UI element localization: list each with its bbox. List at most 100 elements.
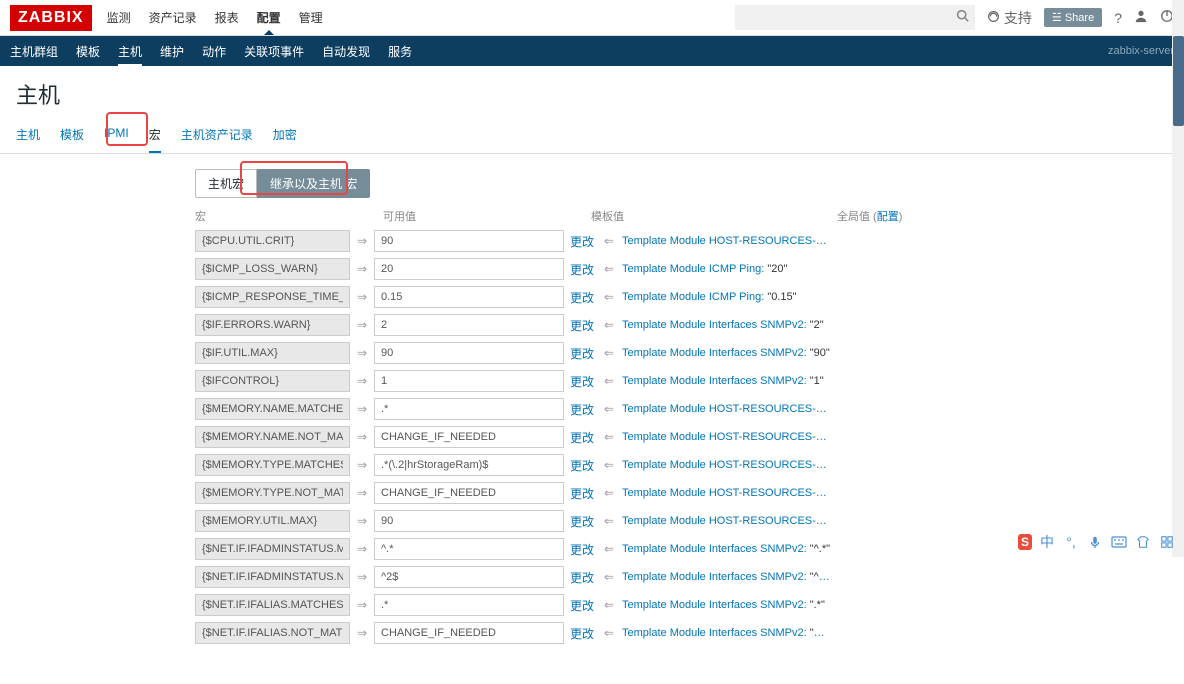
change-link[interactable]: 更改 — [570, 597, 598, 614]
ime-tool-icon[interactable] — [1158, 533, 1176, 551]
ime-keyboard-icon[interactable] — [1110, 533, 1128, 551]
template-link[interactable]: Template Module Interfaces SNMPv2: "CHA.… — [622, 627, 832, 639]
macro-name-input[interactable] — [195, 566, 350, 588]
subnav-item-6[interactable]: 自动发现 — [322, 36, 370, 67]
macro-value-input[interactable] — [374, 342, 564, 364]
ime-skin-icon[interactable] — [1134, 533, 1152, 551]
change-link[interactable]: 更改 — [570, 345, 598, 362]
subnav-item-1[interactable]: 模板 — [76, 36, 100, 67]
subnav-item-3[interactable]: 维护 — [160, 36, 184, 67]
scrollbar-thumb[interactable] — [1173, 36, 1184, 126]
template-link[interactable]: Template Module HOST-RESOURCES-MIB ... — [622, 403, 832, 415]
change-link[interactable]: 更改 — [570, 401, 598, 418]
topnav-item-2[interactable]: 报表 — [215, 1, 239, 34]
macro-value-input[interactable] — [374, 594, 564, 616]
macro-name-input[interactable] — [195, 482, 350, 504]
macro-name-input[interactable] — [195, 426, 350, 448]
template-link[interactable]: Template Module Interfaces SNMPv2: "1" — [622, 375, 824, 387]
template-link[interactable]: Template Module HOST-RESOURCES-MIB ... — [622, 431, 832, 443]
subnav-item-4[interactable]: 动作 — [202, 36, 226, 67]
macro-name-input[interactable] — [195, 398, 350, 420]
template-link[interactable]: Template Module Interfaces SNMPv2: "^.*" — [622, 543, 830, 555]
template-link[interactable]: Template Module Interfaces SNMPv2: ".*" — [622, 599, 825, 611]
tab-0[interactable]: 主机 — [16, 118, 40, 153]
macro-name-input[interactable] — [195, 342, 350, 364]
tab-2[interactable]: IPMI — [104, 118, 129, 153]
macro-value-input[interactable] — [374, 230, 564, 252]
template-link[interactable]: Template Module ICMP Ping: "20" — [622, 263, 787, 275]
ime-mic-icon[interactable] — [1086, 533, 1104, 551]
macro-value-input[interactable] — [374, 314, 564, 336]
tab-3[interactable]: 宏 — [149, 118, 161, 153]
change-link[interactable]: 更改 — [570, 485, 598, 502]
search-input[interactable] — [735, 5, 975, 30]
help-icon[interactable]: ? — [1114, 10, 1122, 26]
macro-value-input[interactable] — [374, 482, 564, 504]
macro-value-input[interactable] — [374, 258, 564, 280]
macro-value-input[interactable] — [374, 370, 564, 392]
change-link[interactable]: 更改 — [570, 513, 598, 530]
scrollbar-track[interactable] — [1172, 0, 1184, 557]
macro-value-input[interactable] — [374, 622, 564, 644]
template-link[interactable]: Template Module HOST-RESOURCES-MIB ... — [622, 487, 832, 499]
arrow-icon: ⇒ — [356, 542, 368, 556]
macro-name-input[interactable] — [195, 286, 350, 308]
macro-value-input[interactable] — [374, 286, 564, 308]
template-link[interactable]: Template Module ICMP Ping: "0.15" — [622, 291, 797, 303]
arrow-left-icon: ⇐ — [604, 570, 616, 584]
support-link[interactable]: 支持 — [987, 8, 1032, 28]
template-link[interactable]: Template Module HOST-RESOURCES-MIB ... — [622, 235, 832, 247]
template-link[interactable]: Template Module Interfaces SNMPv2: "90" — [622, 347, 830, 359]
macro-value-input[interactable] — [374, 510, 564, 532]
tab-1[interactable]: 模板 — [60, 118, 84, 153]
topnav-item-4[interactable]: 管理 — [299, 1, 323, 34]
change-link[interactable]: 更改 — [570, 289, 598, 306]
macro-name-input[interactable] — [195, 314, 350, 336]
toggle-host-macros[interactable]: 主机宏 — [195, 169, 257, 198]
change-link[interactable]: 更改 — [570, 541, 598, 558]
tab-5[interactable]: 加密 — [273, 118, 297, 153]
macro-value-input[interactable] — [374, 398, 564, 420]
macro-value-input[interactable] — [374, 566, 564, 588]
topnav-item-0[interactable]: 监测 — [107, 1, 131, 34]
tab-4[interactable]: 主机资产记录 — [181, 118, 253, 153]
macro-value-input[interactable] — [374, 454, 564, 476]
subnav-item-2[interactable]: 主机 — [118, 36, 142, 67]
change-link[interactable]: 更改 — [570, 569, 598, 586]
change-link[interactable]: 更改 — [570, 457, 598, 474]
share-button[interactable]: ☱ Share — [1044, 8, 1102, 27]
macro-header: 宏 可用值 模板值 全局值 (配置) — [195, 208, 1168, 224]
macro-name-input[interactable] — [195, 622, 350, 644]
change-link[interactable]: 更改 — [570, 261, 598, 278]
macro-name-input[interactable] — [195, 258, 350, 280]
ime-badge[interactable]: S — [1018, 534, 1032, 550]
change-link[interactable]: 更改 — [570, 429, 598, 446]
arrow-left-icon: ⇐ — [604, 486, 616, 500]
change-link[interactable]: 更改 — [570, 373, 598, 390]
change-link[interactable]: 更改 — [570, 625, 598, 642]
macro-name-input[interactable] — [195, 370, 350, 392]
macro-name-input[interactable] — [195, 510, 350, 532]
template-link[interactable]: Template Module Interfaces SNMPv2: "^2$" — [622, 571, 832, 583]
subnav-item-7[interactable]: 服务 — [388, 36, 412, 67]
template-link[interactable]: Template Module HOST-RESOURCES-MIB ... — [622, 459, 832, 471]
user-icon[interactable] — [1134, 9, 1148, 26]
topnav-item-3[interactable]: 配置 — [257, 1, 281, 34]
logo[interactable]: ZABBIX — [10, 5, 92, 31]
change-link[interactable]: 更改 — [570, 233, 598, 250]
macro-name-input[interactable] — [195, 230, 350, 252]
ime-punct[interactable]: °, — [1062, 533, 1080, 551]
template-link[interactable]: Template Module Interfaces SNMPv2: "2" — [622, 319, 824, 331]
change-link[interactable]: 更改 — [570, 317, 598, 334]
macro-name-input[interactable] — [195, 594, 350, 616]
subnav-item-5[interactable]: 关联项事件 — [244, 36, 304, 67]
macro-value-input[interactable] — [374, 426, 564, 448]
toggle-inherited-macros[interactable]: 继承以及主机 宏 — [257, 169, 370, 198]
macro-name-input[interactable] — [195, 454, 350, 476]
subnav-item-0[interactable]: 主机群组 — [10, 36, 58, 67]
config-link[interactable]: 配置 — [877, 211, 899, 223]
search-icon[interactable] — [956, 9, 969, 25]
ime-lang[interactable]: 中 — [1038, 533, 1056, 551]
topnav-item-1[interactable]: 资产记录 — [149, 1, 197, 34]
template-link[interactable]: Template Module HOST-RESOURCES-MIB ... — [622, 515, 832, 527]
